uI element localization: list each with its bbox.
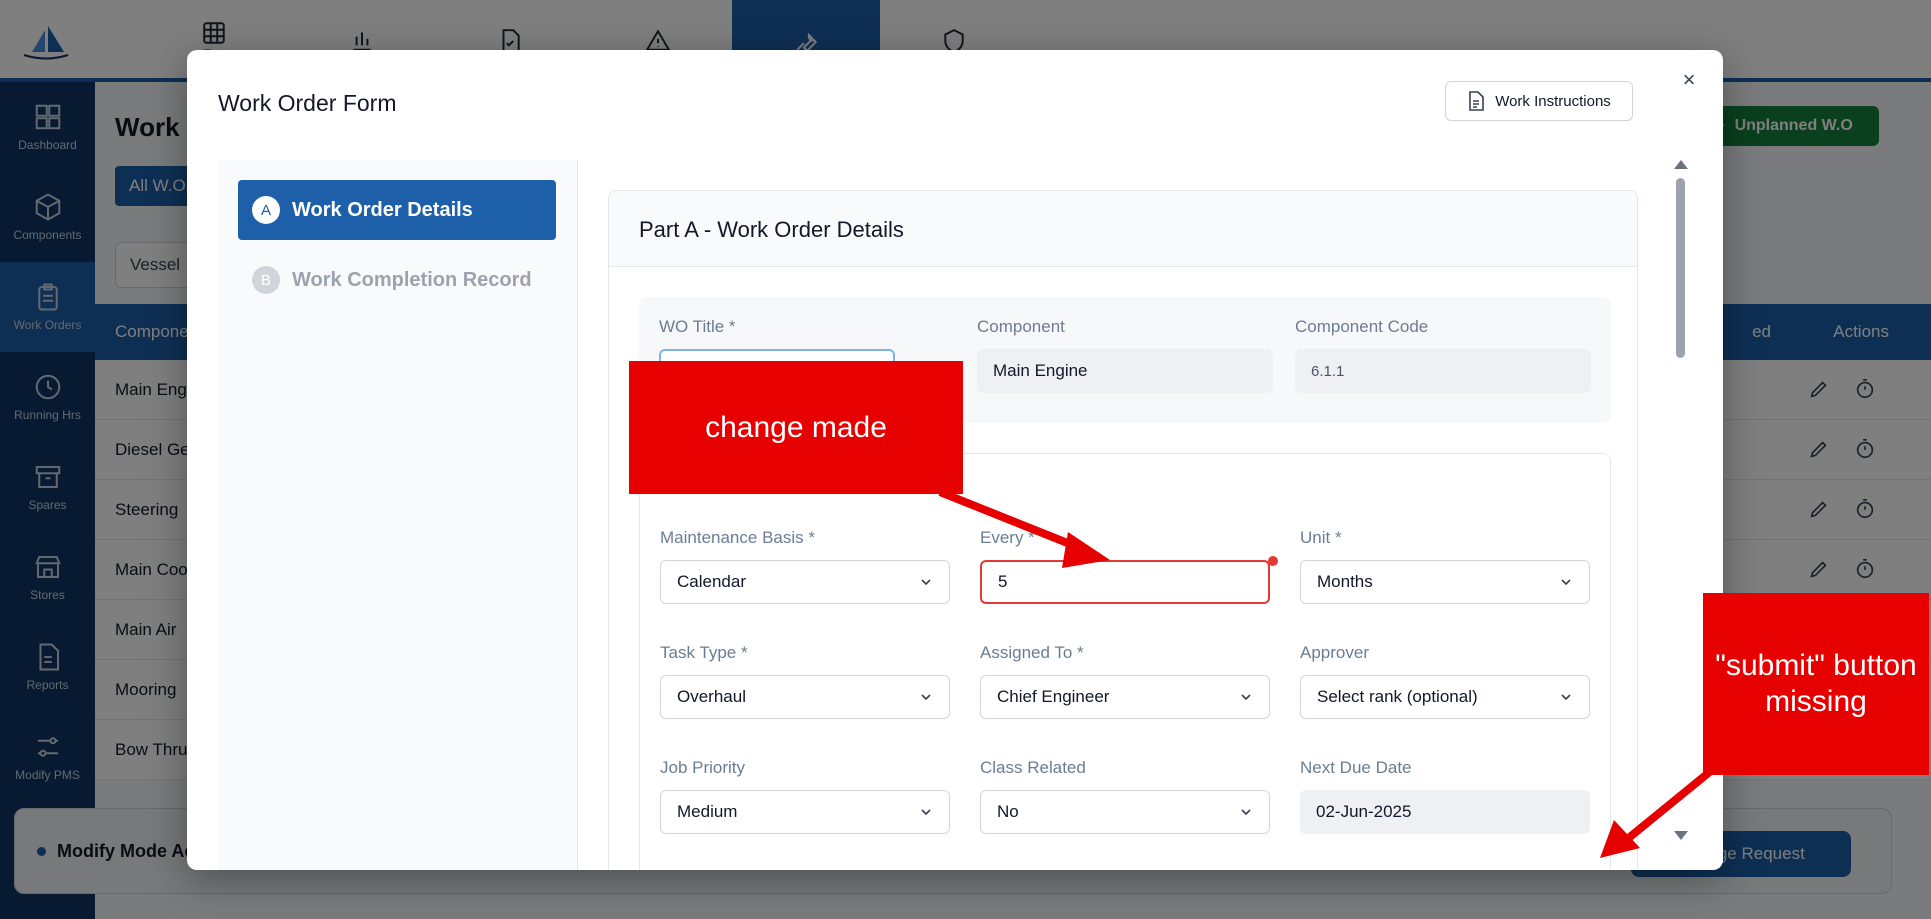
next-due-date-value: 02-Jun-2025 bbox=[1300, 790, 1590, 834]
assigned-to-field: Assigned To * Chief Engineer bbox=[980, 643, 1270, 719]
component-code-value: 6.1.1 bbox=[1295, 349, 1591, 393]
select-value: Overhaul bbox=[677, 687, 746, 706]
work-instructions-button[interactable]: Work Instructions bbox=[1445, 81, 1633, 121]
chevron-down-icon bbox=[921, 579, 931, 586]
approver-select[interactable]: Select rank (optional) bbox=[1300, 675, 1590, 719]
step-badge: A bbox=[252, 196, 280, 224]
step-badge: B bbox=[252, 266, 280, 294]
chevron-down-icon bbox=[1561, 579, 1571, 586]
field-label: Every * bbox=[980, 528, 1035, 547]
step-label: Work Order Details bbox=[292, 198, 473, 221]
wo-information-group: A1. Work Order Information Maintenance B… bbox=[639, 453, 1611, 870]
task-type-field: Task Type * Overhaul bbox=[660, 643, 950, 719]
scroll-thumb[interactable] bbox=[1676, 178, 1685, 358]
annotation-change-made: change made bbox=[629, 361, 963, 494]
step-nav: A Work Order Details B Work Completion R… bbox=[218, 160, 578, 870]
field-label: Maintenance Basis * bbox=[660, 528, 815, 547]
chevron-down-icon bbox=[921, 809, 931, 816]
field-label: Task Type * bbox=[660, 643, 748, 662]
work-instructions-label: Work Instructions bbox=[1495, 92, 1611, 110]
field-label: Component bbox=[977, 317, 1065, 336]
chevron-down-icon bbox=[921, 694, 931, 701]
select-value: Select rank (optional) bbox=[1317, 687, 1478, 706]
unit-select[interactable]: Months bbox=[1300, 560, 1590, 604]
select-value: Medium bbox=[677, 802, 738, 821]
step-label: Work Completion Record bbox=[292, 268, 532, 291]
approver-field: Approver Select rank (optional) bbox=[1300, 643, 1590, 719]
field-label: Class Related bbox=[980, 758, 1086, 777]
part-title: Part A - Work Order Details bbox=[609, 191, 1637, 267]
error-indicator-dot bbox=[1268, 556, 1278, 566]
maintenance-basis-select[interactable]: Calendar bbox=[660, 560, 950, 604]
field-label: Approver bbox=[1300, 643, 1369, 662]
every-input[interactable]: 5 bbox=[980, 560, 1270, 604]
class-related-field: Class Related No bbox=[980, 758, 1270, 834]
field-label: Job Priority bbox=[660, 758, 746, 777]
close-icon[interactable]: × bbox=[1677, 67, 1701, 92]
chevron-down-icon bbox=[1241, 694, 1251, 701]
form-content: Part A - Work Order Details WO Title * C… bbox=[608, 190, 1638, 870]
document-icon bbox=[1469, 91, 1485, 111]
field-label: Unit * bbox=[1300, 528, 1342, 547]
class-related-select[interactable]: No bbox=[980, 790, 1270, 834]
assigned-to-select[interactable]: Chief Engineer bbox=[980, 675, 1270, 719]
next-due-date-field: Next Due Date 02-Jun-2025 bbox=[1300, 758, 1590, 834]
component-field: Component Main Engine bbox=[977, 317, 1273, 393]
scroll-down-icon[interactable] bbox=[1674, 831, 1688, 840]
unit-field: Unit * Months bbox=[1300, 528, 1590, 604]
annotation-submit-missing: "submit" button missing bbox=[1703, 593, 1929, 775]
every-field: Every * 5 bbox=[980, 528, 1270, 604]
job-priority-select[interactable]: Medium bbox=[660, 790, 950, 834]
job-priority-field: Job Priority Medium bbox=[660, 758, 950, 834]
scroll-up-icon[interactable] bbox=[1674, 160, 1688, 169]
step-work-completion-record[interactable]: B Work Completion Record bbox=[238, 250, 556, 310]
step-work-order-details[interactable]: A Work Order Details bbox=[238, 180, 556, 240]
select-value: Months bbox=[1317, 572, 1373, 591]
select-value: Chief Engineer bbox=[997, 687, 1110, 706]
component-code-field: Component Code 6.1.1 bbox=[1295, 317, 1591, 393]
field-label: Next Due Date bbox=[1300, 758, 1412, 777]
component-value: Main Engine bbox=[977, 349, 1273, 393]
chevron-down-icon bbox=[1241, 809, 1251, 816]
maintenance-basis-field: Maintenance Basis * Calendar bbox=[660, 528, 950, 604]
field-label: WO Title * bbox=[659, 317, 736, 336]
task-type-select[interactable]: Overhaul bbox=[660, 675, 950, 719]
chevron-down-icon bbox=[1561, 694, 1571, 701]
field-label: Component Code bbox=[1295, 317, 1429, 336]
modal-title: Work Order Form bbox=[218, 90, 397, 116]
select-value: No bbox=[997, 802, 1019, 821]
modal-scrollbar[interactable] bbox=[1674, 160, 1688, 840]
select-value: Calendar bbox=[677, 572, 746, 591]
field-label: Assigned To * bbox=[980, 643, 1084, 662]
